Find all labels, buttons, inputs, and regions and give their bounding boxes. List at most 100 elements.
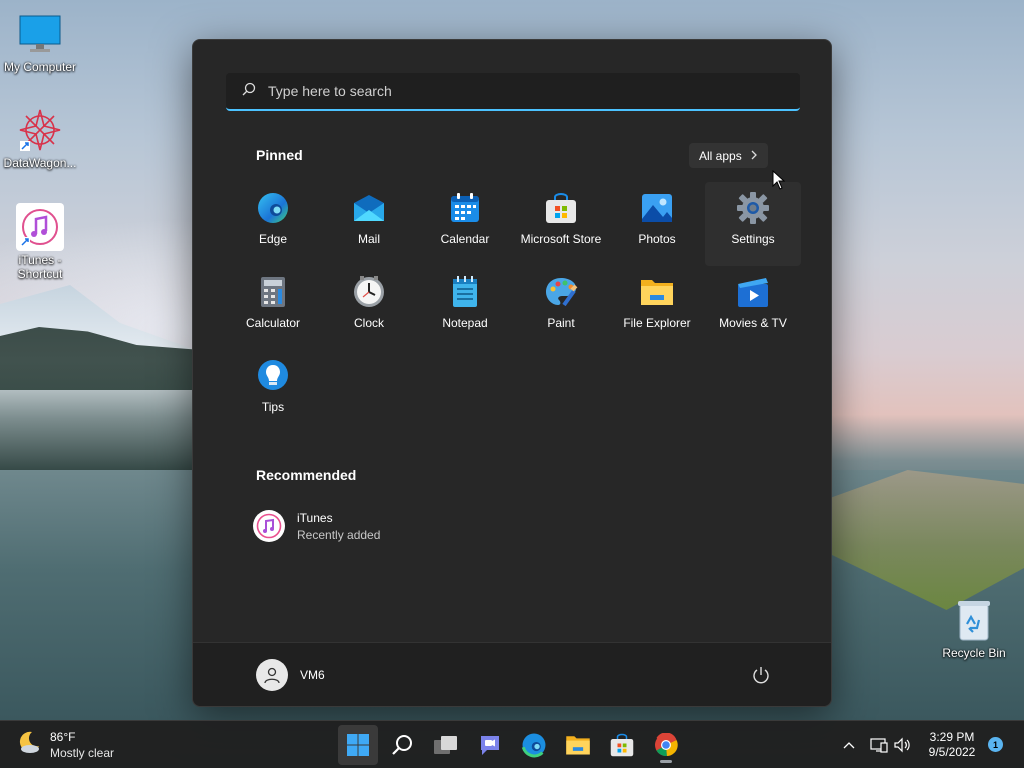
clock-time: 3:29 PM [929, 730, 975, 744]
windows-logo-icon [347, 734, 369, 756]
store-icon [610, 733, 634, 757]
desktop-icon-itunes[interactable]: iTunes - Shortcut [0, 203, 80, 281]
movies-tv-icon [735, 274, 771, 310]
pinned-app-photos[interactable]: Photos [609, 182, 705, 266]
moon-weather-icon [16, 729, 42, 760]
app-label: Microsoft Store [520, 232, 602, 246]
all-apps-button[interactable]: All apps [689, 143, 768, 168]
taskbar-search-button[interactable] [382, 725, 422, 765]
mail-icon [351, 190, 387, 226]
app-label: Movies & TV [719, 316, 787, 330]
calculator-icon [255, 274, 291, 310]
user-name: VM6 [300, 668, 325, 682]
recommended-subtitle: Recently added [297, 527, 381, 542]
pinned-app-mail[interactable]: Mail [321, 182, 417, 266]
desktop-icon-label: DataWagon... [3, 156, 77, 170]
pinned-app-notepad[interactable]: Notepad [417, 266, 513, 350]
taskbar: 86°F Mostly clear 3:29 PM 9/5/2022 1 [0, 720, 1024, 768]
desktop-icon-my-computer[interactable]: My Computer [0, 10, 80, 74]
pinned-app-microsoft-store[interactable]: Microsoft Store [513, 182, 609, 266]
notepad-icon [447, 274, 483, 310]
user-account-button[interactable]: VM6 [256, 659, 325, 691]
taskbar-task-view-button[interactable] [426, 725, 466, 765]
start-menu: Pinned All apps Edge Mail Calendar [192, 39, 832, 707]
folder-icon [639, 274, 675, 310]
network-icon [870, 738, 888, 753]
search-icon [242, 82, 256, 101]
app-label: File Explorer [623, 316, 691, 330]
chat-icon [481, 736, 499, 755]
desktop-icon-label: Recycle Bin [942, 646, 1006, 660]
app-label: Paint [547, 316, 575, 330]
recycle-bin-icon [950, 596, 998, 644]
pinned-app-clock[interactable]: Clock [321, 266, 417, 350]
pinned-app-movies-tv[interactable]: Movies & TV [705, 266, 801, 350]
gear-icon [735, 190, 771, 226]
pinned-app-file-explorer[interactable]: File Explorer [609, 266, 705, 350]
search-input[interactable] [268, 83, 768, 99]
folder-icon [566, 736, 590, 755]
app-label: Settings [731, 232, 775, 246]
pinned-app-paint[interactable]: Paint [513, 266, 609, 350]
app-label: Tips [261, 400, 285, 414]
photos-icon [639, 190, 675, 226]
pinned-app-tips[interactable]: Tips [225, 350, 321, 434]
lightbulb-icon [255, 358, 291, 394]
weather-temperature: 86°F [50, 729, 76, 744]
calendar-icon [447, 190, 483, 226]
recommended-item-itunes[interactable]: iTunes Recently added [253, 510, 380, 542]
app-label: Calculator [245, 316, 301, 330]
taskbar-store-button[interactable] [602, 725, 642, 765]
store-icon [543, 190, 579, 226]
recommended-title: Recommended [256, 467, 357, 483]
power-icon [753, 667, 769, 684]
clock-icon [351, 274, 387, 310]
desktop-icon-recycle-bin[interactable]: Recycle Bin [934, 596, 1014, 660]
show-hidden-icons-button[interactable] [842, 721, 856, 768]
notification-badge[interactable]: 1 [988, 737, 1003, 752]
chevron-right-icon [750, 149, 758, 163]
mouse-cursor-icon [772, 169, 786, 195]
taskbar-chrome-button[interactable] [646, 725, 686, 765]
taskbar-edge-button[interactable] [514, 725, 554, 765]
chevron-up-icon [843, 742, 855, 749]
paint-palette-icon [543, 274, 579, 310]
taskbar-start-button[interactable] [338, 725, 378, 765]
clock-date: 9/5/2022 [928, 745, 976, 759]
itunes-icon [16, 203, 64, 251]
weather-widget[interactable]: 86°F Mostly clear [16, 729, 114, 760]
pinned-app-calculator[interactable]: Calculator [225, 266, 321, 350]
start-footer: VM6 [193, 642, 831, 706]
speaker-icon [894, 737, 910, 753]
edge-icon [255, 190, 291, 226]
taskbar-file-explorer-button[interactable] [558, 725, 598, 765]
start-search-box[interactable] [226, 73, 800, 111]
app-label: Calendar [440, 232, 490, 246]
taskbar-clock[interactable]: 3:29 PM 9/5/2022 [918, 730, 986, 760]
task-view-icon [434, 736, 457, 754]
pinned-app-calendar[interactable]: Calendar [417, 182, 513, 266]
weather-description: Mostly clear [50, 745, 115, 760]
pinned-app-settings[interactable]: Settings [705, 182, 801, 266]
network-tray-button[interactable] [870, 721, 888, 768]
app-label: Edge [258, 232, 288, 246]
app-label: Mail [357, 232, 380, 246]
power-button[interactable] [751, 665, 771, 685]
monitor-icon [16, 10, 64, 58]
edge-icon [521, 733, 546, 758]
taskbar-teams-chat-button[interactable] [470, 725, 510, 765]
desktop-icon-label: My Computer [3, 60, 77, 74]
volume-tray-button[interactable] [894, 721, 912, 768]
recommended-name: iTunes [297, 510, 333, 525]
app-label: Photos [638, 232, 676, 246]
datawagon-icon [16, 106, 64, 154]
pinned-app-edge[interactable]: Edge [225, 182, 321, 266]
desktop-icon-label: iTunes - Shortcut [17, 253, 63, 281]
app-label: Clock [353, 316, 384, 330]
desktop-icon-datawagon[interactable]: DataWagon... [0, 106, 80, 170]
itunes-icon [253, 510, 285, 542]
avatar [256, 659, 288, 691]
search-icon [392, 735, 412, 755]
app-label: Notepad [442, 316, 488, 330]
chrome-icon [655, 733, 678, 757]
